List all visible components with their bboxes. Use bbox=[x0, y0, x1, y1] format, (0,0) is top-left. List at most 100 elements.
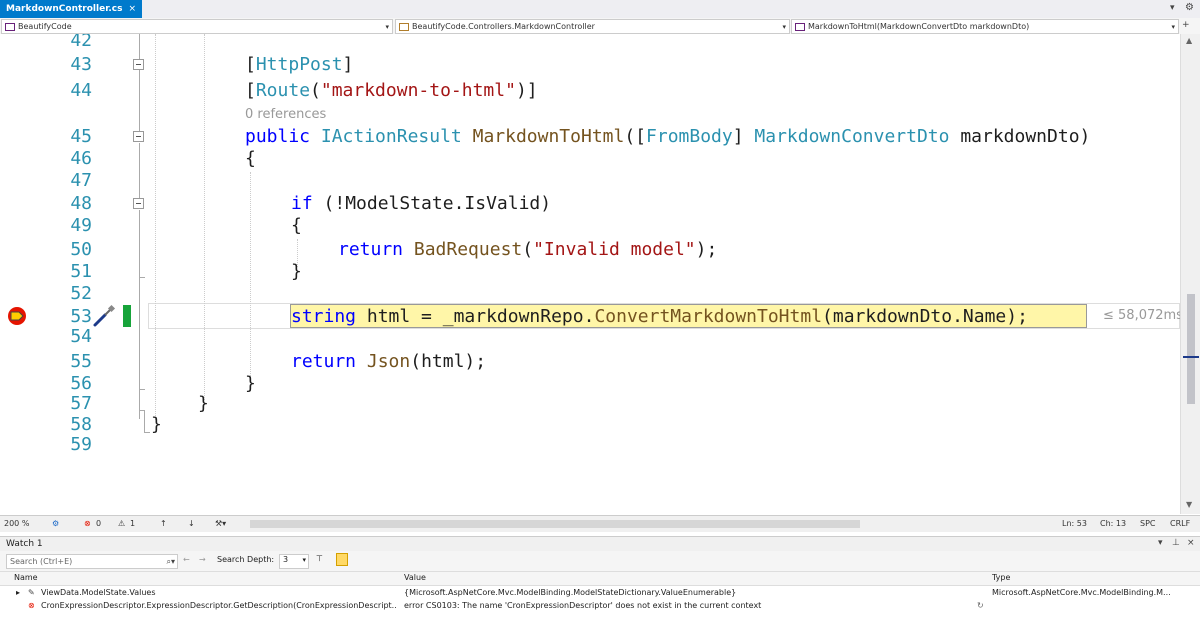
scroll-position-marker bbox=[1183, 356, 1199, 358]
member-dropdown-label: MarkdownToHtml(MarkdownConvertDto markdo… bbox=[808, 22, 1030, 31]
line-number: 42 bbox=[70, 34, 92, 51]
collapse-region-icon[interactable] bbox=[133, 198, 144, 209]
tab-list-dropdown-icon[interactable]: ▾ bbox=[1170, 3, 1180, 13]
pin-value-icon[interactable]: ⊤ bbox=[316, 554, 323, 563]
code-line-57: } bbox=[198, 393, 209, 414]
watch-header-row: Name Value Type bbox=[0, 572, 1200, 586]
watch-row[interactable]: ▸ ✎ ViewData.ModelState.Values {Microsof… bbox=[0, 588, 1200, 600]
column-name[interactable]: Name bbox=[14, 573, 38, 582]
warning-count[interactable]: 1 bbox=[130, 519, 135, 528]
indent-guide bbox=[204, 34, 205, 400]
chevron-down-icon: ▾ bbox=[782, 22, 786, 31]
code-line-55: return Json(html); bbox=[291, 351, 487, 372]
watch-row-value: {Microsoft.AspNetCore.Mvc.ModelBinding.M… bbox=[404, 588, 737, 597]
line-number: 53 bbox=[70, 306, 92, 327]
back-arrow-icon[interactable]: ← bbox=[183, 555, 190, 564]
breakpoint-current-statement-icon[interactable] bbox=[6, 305, 28, 327]
zoom-level[interactable]: 200 % bbox=[4, 519, 29, 528]
column-type[interactable]: Type bbox=[992, 573, 1010, 582]
line-number: 52 bbox=[70, 283, 92, 304]
split-window-icon[interactable]: + bbox=[1182, 20, 1196, 31]
warning-icon[interactable]: ⚠ bbox=[118, 519, 125, 528]
column-value[interactable]: Value bbox=[404, 573, 426, 582]
window-position-icon[interactable]: ▾ bbox=[1158, 538, 1163, 548]
search-depth-value: 3 bbox=[283, 555, 289, 564]
code-line-56: } bbox=[245, 373, 256, 394]
outline-line bbox=[139, 71, 140, 131]
perf-tip[interactable]: ≤ 58,072ms bbox=[1103, 308, 1180, 323]
line-number: 47 bbox=[70, 170, 92, 191]
code-line-45: public IActionResult MarkdownToHtml([Fro… bbox=[245, 126, 1091, 147]
tab-label: MarkdownController.cs bbox=[6, 4, 123, 14]
indent-guide bbox=[250, 172, 251, 380]
scrollbar-thumb[interactable] bbox=[1187, 294, 1195, 404]
previous-arrow-icon[interactable]: ↑ bbox=[160, 519, 167, 528]
code-cleanup-icon[interactable]: ⚒▾ bbox=[215, 519, 226, 528]
line-number: 50 bbox=[70, 239, 92, 260]
settings-gear-icon[interactable]: ⚙ bbox=[1185, 2, 1195, 14]
search-depth-label: Search Depth: bbox=[217, 555, 275, 564]
chevron-down-icon: ▾ bbox=[385, 22, 389, 31]
watch-window-title-bar: Watch 1 ▾ ⊥ × bbox=[0, 536, 1200, 552]
scroll-down-arrow-icon[interactable]: ▼ bbox=[1186, 500, 1192, 509]
close-icon[interactable]: × bbox=[1187, 538, 1195, 548]
column-indicator: Ch: 13 bbox=[1100, 519, 1127, 528]
code-line-49: { bbox=[291, 215, 302, 236]
scroll-up-arrow-icon[interactable]: ▲ bbox=[1186, 36, 1192, 45]
indent-guide bbox=[155, 34, 156, 420]
watch-row-type: Microsoft.AspNetCore.Mvc.ModelBinding.M.… bbox=[992, 588, 1171, 597]
project-dropdown[interactable]: BeautifyCode ▾ bbox=[1, 19, 393, 34]
code-editor[interactable]: 42 43 44 45 46 47 48 49 50 51 52 53 54 5… bbox=[0, 34, 1180, 514]
outline-line bbox=[139, 143, 140, 198]
error-icon[interactable]: ⊗ bbox=[84, 519, 91, 528]
pin-icon[interactable]: ⊥ bbox=[1172, 538, 1180, 548]
chevron-down-icon: ▾ bbox=[302, 556, 306, 564]
error-count[interactable]: 0 bbox=[96, 519, 101, 528]
line-number: 57 bbox=[70, 393, 92, 414]
outline-end bbox=[144, 432, 150, 433]
collapse-region-icon[interactable] bbox=[133, 131, 144, 142]
next-arrow-icon[interactable]: ↓ bbox=[188, 519, 195, 528]
line-number: 56 bbox=[70, 373, 92, 394]
watch-row-value: error CS0103: The name 'CronExpressionDe… bbox=[404, 601, 762, 610]
watch-row-name: CronExpressionDescriptor.ExpressionDescr… bbox=[41, 601, 396, 610]
search-icon[interactable]: ⌕▾ bbox=[167, 557, 178, 567]
code-line-46: { bbox=[245, 148, 256, 169]
line-number: 45 bbox=[70, 126, 92, 147]
expression-icon[interactable] bbox=[336, 553, 348, 566]
line-indicator: Ln: 53 bbox=[1062, 519, 1087, 528]
watch-row-name: ViewData.ModelState.Values bbox=[41, 588, 156, 597]
member-dropdown[interactable]: MarkdownToHtml(MarkdownConvertDto markdo… bbox=[791, 19, 1179, 34]
property-wrench-icon: ✎ bbox=[28, 588, 35, 597]
search-depth-dropdown[interactable]: 3 ▾ bbox=[279, 554, 309, 569]
line-number: 59 bbox=[70, 434, 92, 455]
watch-search-box[interactable]: Search (Ctrl+E) ⌕▾ bbox=[6, 554, 178, 569]
health-icon[interactable]: ⚙ bbox=[52, 519, 59, 528]
vertical-scrollbar[interactable]: ▲ ▼ bbox=[1180, 34, 1200, 514]
class-dropdown[interactable]: BeautifyCode.Controllers.MarkdownControl… bbox=[395, 19, 790, 34]
watch-toolbar: Search (Ctrl+E) ⌕▾ ← → Search Depth: 3 ▾… bbox=[0, 551, 1200, 572]
code-line-50: return BadRequest("Invalid model"); bbox=[338, 239, 718, 260]
line-number: 48 bbox=[70, 193, 92, 214]
watch-row[interactable]: ⊗ CronExpressionDescriptor.ExpressionDes… bbox=[0, 601, 1200, 613]
codelens-references[interactable]: 0 references bbox=[245, 107, 326, 122]
tab-markdowncontroller[interactable]: MarkdownController.cs × bbox=[0, 0, 143, 18]
quick-actions-screwdriver-icon[interactable] bbox=[92, 304, 116, 328]
code-line-48: if (!ModelState.IsValid) bbox=[291, 193, 552, 214]
close-tab-icon[interactable]: × bbox=[128, 4, 136, 14]
outline-end bbox=[139, 389, 145, 390]
line-number: 54 bbox=[70, 326, 92, 347]
method-icon bbox=[795, 22, 805, 31]
line-number: 51 bbox=[70, 261, 92, 282]
horizontal-scrollbar[interactable] bbox=[250, 520, 860, 528]
outline-line bbox=[144, 410, 145, 432]
line-number: 43 bbox=[70, 54, 92, 75]
line-number: 44 bbox=[70, 80, 92, 101]
refresh-icon[interactable]: ↻ bbox=[977, 601, 984, 610]
search-placeholder: Search (Ctrl+E) bbox=[10, 557, 73, 566]
collapse-region-icon[interactable] bbox=[133, 59, 144, 70]
class-dropdown-label: BeautifyCode.Controllers.MarkdownControl… bbox=[412, 22, 595, 31]
forward-arrow-icon[interactable]: → bbox=[199, 555, 206, 564]
line-ending-indicator: CRLF bbox=[1170, 519, 1191, 528]
expand-arrow-icon[interactable]: ▸ bbox=[16, 588, 20, 597]
